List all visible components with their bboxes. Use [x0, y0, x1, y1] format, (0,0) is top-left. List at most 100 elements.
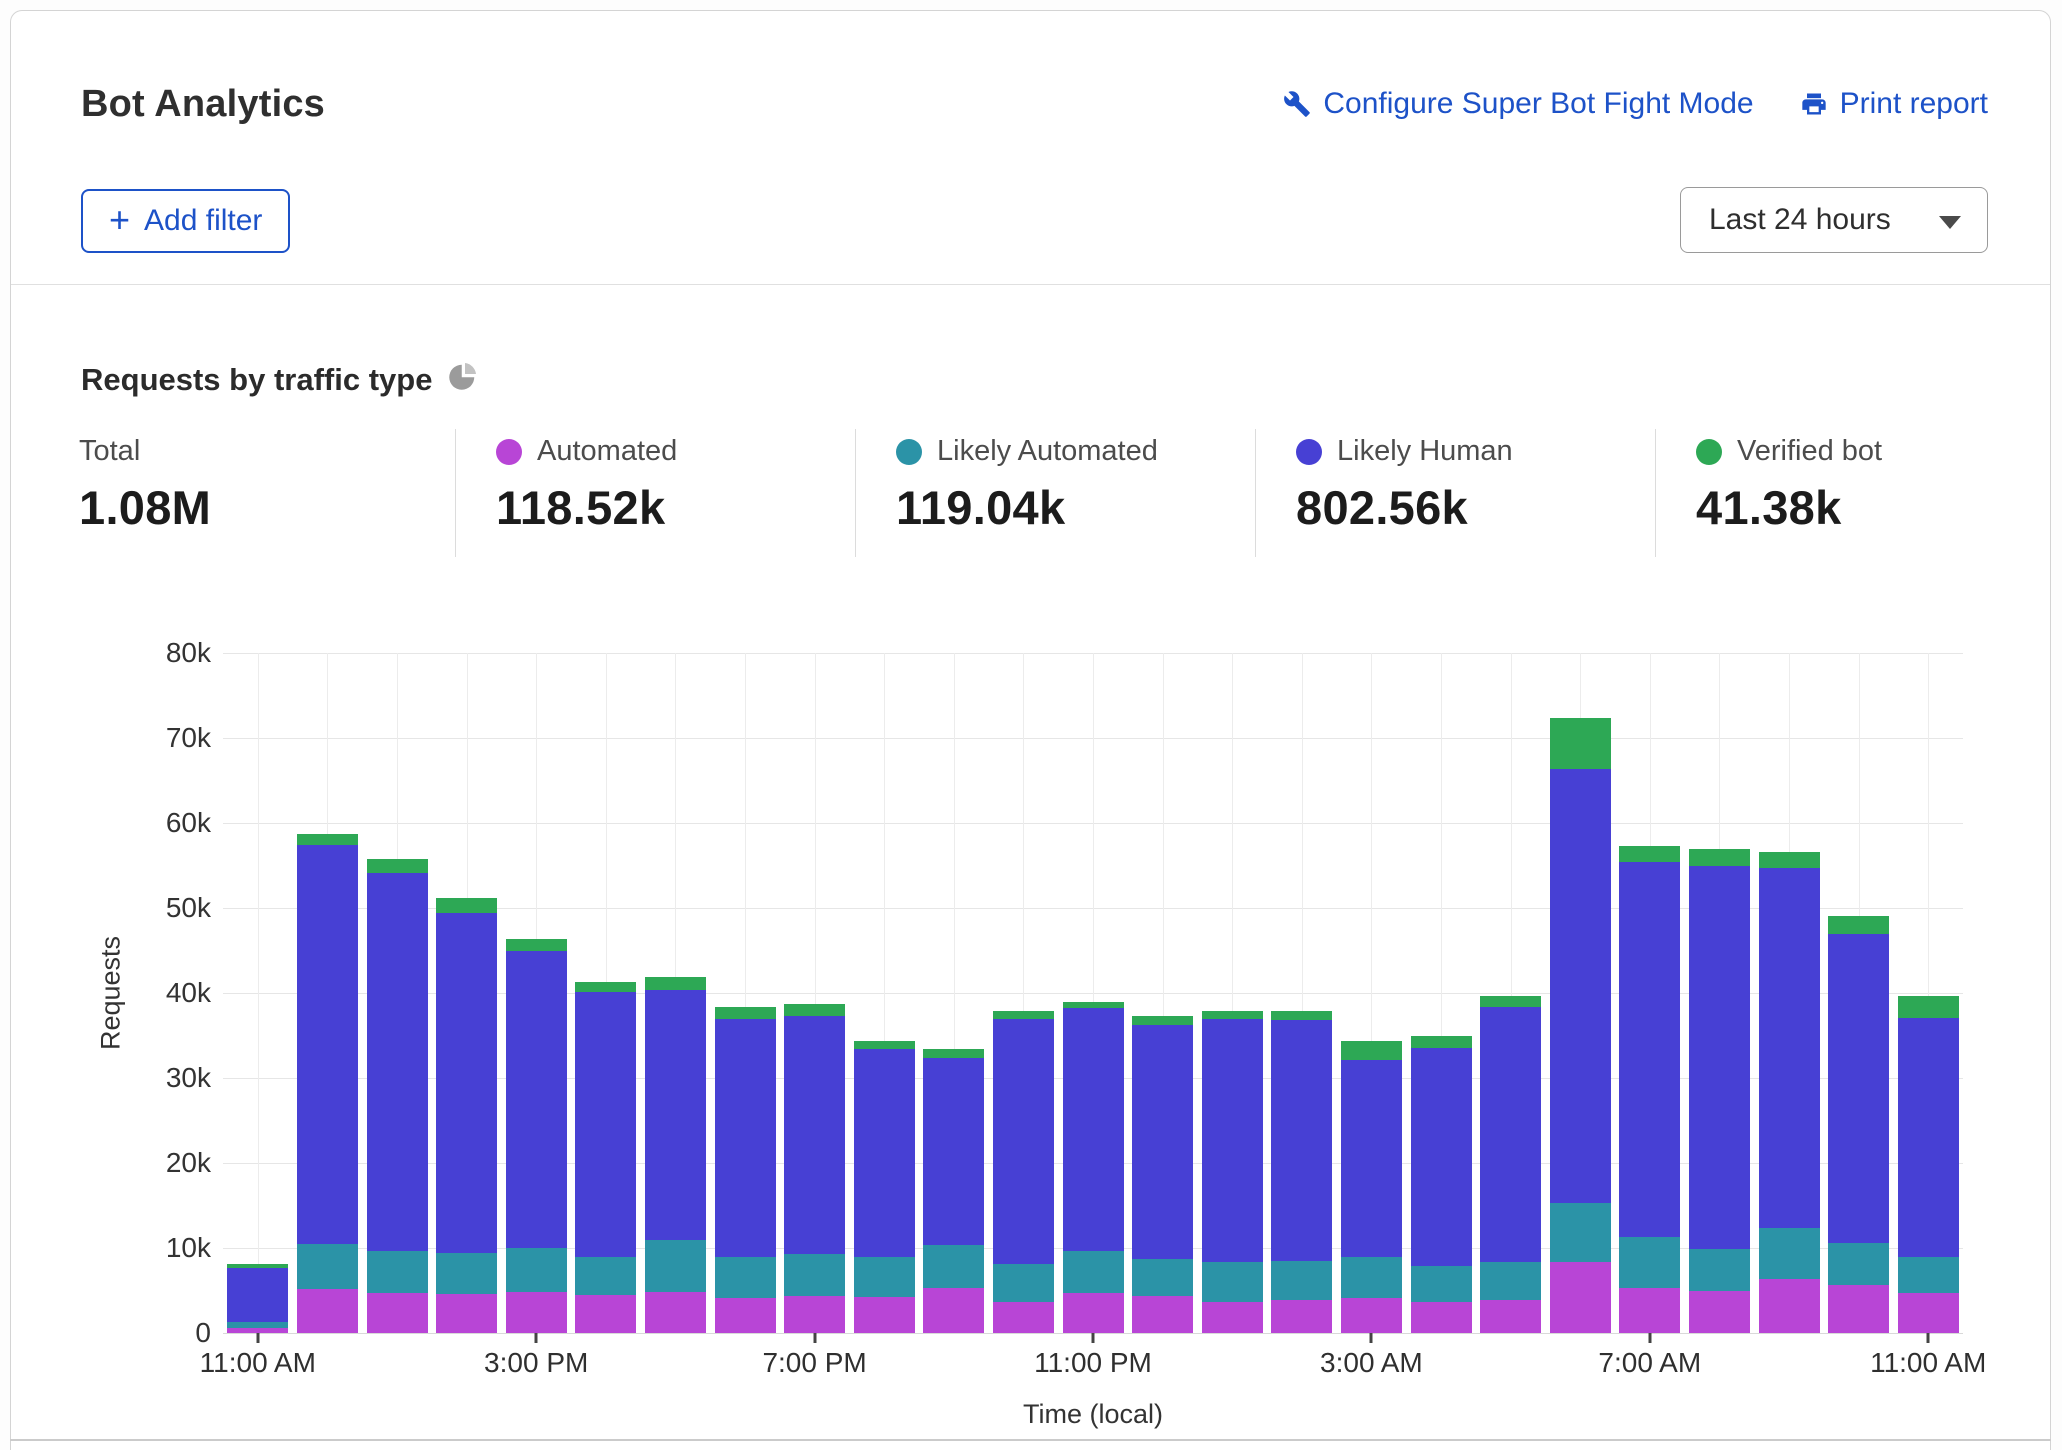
configure-super-bot-fight-mode-link[interactable]: Configure Super Bot Fight Mode	[1283, 87, 1753, 121]
bot-analytics-card: Bot Analytics Configure Super Bot Fight …	[10, 10, 2051, 1450]
stacked-bar-1100pm[interactable]	[1063, 1002, 1124, 1333]
stat-automated[interactable]: Automated 118.52k	[496, 435, 846, 535]
stat-likely-human[interactable]: Likely Human 802.56k	[1296, 435, 1646, 535]
segment-likely-automated	[1619, 1237, 1680, 1288]
segment-automated	[784, 1296, 845, 1333]
chevron-down-icon	[1939, 216, 1961, 229]
x-tick-label: 11:00 PM	[1034, 1347, 1152, 1379]
segment-likely-automated	[367, 1251, 428, 1294]
stat-total-value: 1.08M	[79, 480, 429, 535]
segment-verified-bot	[715, 1007, 776, 1019]
segment-verified-bot	[1132, 1016, 1193, 1025]
stacked-bar-800pm[interactable]	[854, 1041, 915, 1333]
segment-verified-bot	[1271, 1011, 1332, 1020]
stacked-bar-600am[interactable]	[1550, 718, 1611, 1333]
segment-likely-automated	[1689, 1249, 1750, 1292]
traffic-type-stats: Total 1.08M Automated 118.52k Likely Aut…	[11, 429, 2050, 557]
x-tick-label: 3:00 PM	[484, 1347, 588, 1379]
x-tick-label: 7:00 AM	[1598, 1347, 1701, 1379]
y-tick-label: 70k	[71, 722, 211, 754]
stat-automated-label: Automated	[537, 435, 677, 468]
verified-bot-dot	[1696, 439, 1722, 465]
stacked-bar-900am[interactable]	[1759, 852, 1820, 1333]
stacked-bar-1200am[interactable]	[1132, 1016, 1193, 1333]
stat-likely-human-label: Likely Human	[1337, 435, 1513, 468]
segment-verified-bot	[1828, 916, 1889, 935]
stacked-bar-400am[interactable]	[1411, 1036, 1472, 1333]
segment-likely-automated	[1341, 1257, 1402, 1298]
segment-likely-human	[1550, 769, 1611, 1203]
header-actions: Configure Super Bot Fight Mode Print rep…	[1283, 87, 1988, 121]
segment-likely-automated	[506, 1248, 567, 1292]
segment-likely-human	[575, 992, 636, 1256]
segment-automated	[367, 1293, 428, 1333]
stacked-bar-1100am[interactable]	[227, 1264, 288, 1333]
segment-automated	[715, 1298, 776, 1333]
segment-likely-automated	[715, 1257, 776, 1299]
stacked-bar-500am[interactable]	[1480, 996, 1541, 1333]
pie-chart-icon	[448, 361, 478, 399]
segment-likely-automated	[1411, 1266, 1472, 1302]
segment-verified-bot	[784, 1004, 845, 1016]
time-range-select[interactable]: Last 24 hours	[1680, 187, 1988, 253]
x-axis-label: Time (local)	[1023, 1399, 1163, 1430]
segment-likely-automated	[1550, 1203, 1611, 1262]
stacked-bar-300pm[interactable]	[506, 939, 567, 1333]
stacked-bar-700am[interactable]	[1619, 846, 1680, 1333]
segment-verified-bot	[1063, 1002, 1124, 1008]
segment-likely-automated	[923, 1245, 984, 1288]
stacked-bar-1000pm[interactable]	[993, 1011, 1054, 1333]
stat-verified-bot[interactable]: Verified bot 41.38k	[1696, 435, 2046, 535]
stacked-bar-600pm[interactable]	[715, 1007, 776, 1333]
x-tick-mark	[1927, 1333, 1930, 1343]
segment-verified-bot	[1898, 996, 1959, 1017]
stacked-bar-500pm[interactable]	[645, 977, 706, 1333]
segment-likely-human	[1689, 866, 1750, 1249]
x-tick-mark	[535, 1333, 538, 1343]
requests-chart: Requests 010k20k30k40k50k60k70k80k 11:00…	[11, 631, 2050, 1431]
stat-total-label: Total	[79, 435, 140, 468]
add-filter-button[interactable]: + Add filter	[81, 189, 290, 253]
segment-likely-human	[645, 990, 706, 1240]
stacked-bar-800am[interactable]	[1689, 849, 1750, 1334]
print-link-label: Print report	[1840, 87, 1988, 121]
stat-likely-automated-value: 119.04k	[896, 480, 1246, 535]
segment-verified-bot	[367, 859, 428, 873]
y-tick-label: 60k	[71, 807, 211, 839]
segment-likely-human	[367, 873, 428, 1250]
segment-automated	[1550, 1262, 1611, 1333]
stacked-bar-300am[interactable]	[1341, 1041, 1402, 1333]
stacked-bar-1100am[interactable]	[1898, 996, 1959, 1333]
stacked-bar-900pm[interactable]	[923, 1049, 984, 1333]
segment-likely-automated	[784, 1254, 845, 1296]
print-report-link[interactable]: Print report	[1800, 87, 1988, 121]
page-title: Bot Analytics	[81, 83, 325, 126]
wrench-icon	[1283, 90, 1311, 118]
stacked-bar-200am[interactable]	[1271, 1011, 1332, 1333]
stacked-bar-1200pm[interactable]	[297, 834, 358, 1333]
segment-automated	[1619, 1288, 1680, 1333]
x-tick-mark	[256, 1333, 259, 1343]
segment-likely-human	[1341, 1060, 1402, 1257]
segment-verified-bot	[1619, 846, 1680, 862]
segment-likely-human	[1619, 862, 1680, 1237]
y-tick-label: 10k	[71, 1232, 211, 1264]
stacked-bar-400pm[interactable]	[575, 982, 636, 1333]
x-tick-mark	[1370, 1333, 1373, 1343]
stacked-bar-700pm[interactable]	[784, 1004, 845, 1333]
segment-likely-automated	[1132, 1259, 1193, 1296]
segment-likely-automated	[1480, 1262, 1541, 1299]
printer-icon	[1800, 90, 1828, 118]
stat-verified-bot-label: Verified bot	[1737, 435, 1882, 468]
stacked-bar-1000am[interactable]	[1828, 916, 1889, 1333]
stacked-bar-100am[interactable]	[1202, 1011, 1263, 1333]
stat-total: Total 1.08M	[79, 435, 429, 535]
segment-likely-human	[227, 1268, 288, 1322]
bottom-divider	[10, 1439, 2051, 1441]
stat-likely-automated[interactable]: Likely Automated 119.04k	[896, 435, 1246, 535]
segment-automated	[1759, 1279, 1820, 1333]
stacked-bar-200pm[interactable]	[436, 898, 497, 1333]
x-tick-label: 11:00 AM	[1870, 1347, 1986, 1379]
stacked-bar-100pm[interactable]	[367, 859, 428, 1333]
stat-likely-human-value: 802.56k	[1296, 480, 1646, 535]
